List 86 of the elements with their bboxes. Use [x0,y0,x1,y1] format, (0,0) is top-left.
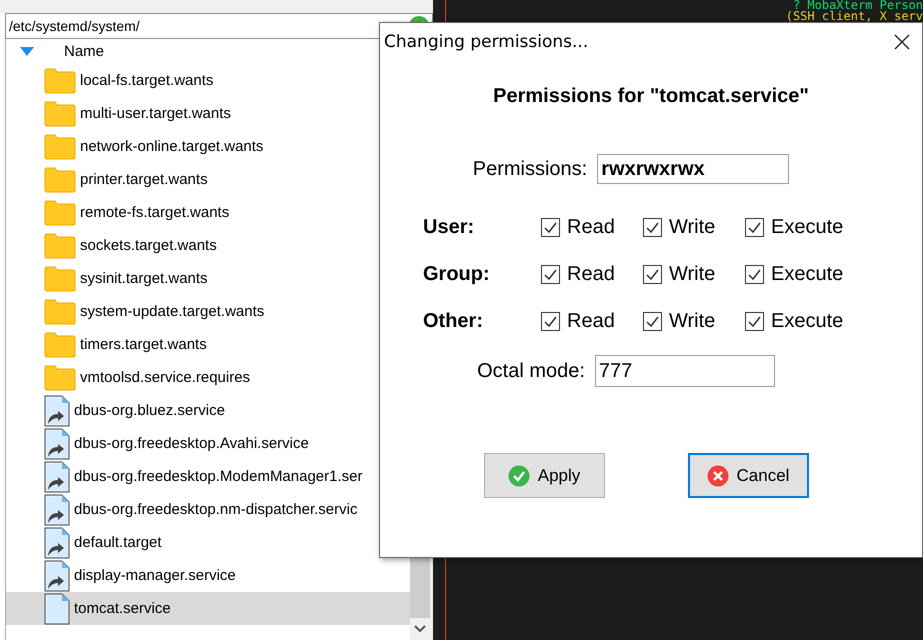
file-name: timers.target.wants [80,336,207,353]
folder-icon [44,134,76,160]
checkbox-label[interactable]: Read [567,263,615,286]
file-name: dbus-org.freedesktop.nm-dispatcher.servic [74,501,358,518]
file-name: default.target [74,534,162,551]
file-row[interactable]: local-fs.target.wants [6,64,410,97]
file-row[interactable]: default.target [6,526,410,559]
file-name: system-update.target.wants [80,303,264,320]
shortcut-file-icon [44,560,70,592]
checkbox-label[interactable]: Execute [771,216,844,239]
terminal-line: ? MobaXterm Person [792,0,923,11]
octal-mode-field[interactable]: 777 [594,355,775,387]
file-name: sockets.target.wants [80,237,217,254]
file-row[interactable]: sysinit.target.wants [6,262,410,295]
folder-icon [44,232,76,258]
checkbox[interactable] [541,218,560,237]
file-name: dbus-org.bluez.service [74,402,225,419]
field-label: Permissions: [472,158,588,180]
file-name: vmtoolsd.service.requires [80,369,250,386]
apply-button[interactable]: Apply [484,453,604,498]
file-row[interactable]: dbus-org.freedesktop.nm-dispatcher.servic [6,493,410,526]
permissions-field[interactable]: rwxrwxrwx [597,154,790,184]
close-icon[interactable] [894,34,910,50]
file-row[interactable]: system-update.target.wants [6,295,410,328]
checkbox[interactable] [643,312,662,331]
checkbox-label[interactable]: Write [669,263,716,286]
file-name: display-manager.service [74,567,236,584]
dialog-heading: Permissions for "tomcat.service" [493,85,809,108]
checkbox[interactable] [541,265,560,284]
cancel-icon [706,464,729,486]
file-name: tomcat.service [74,600,171,617]
checkbox-label[interactable]: Read [567,216,615,239]
file-name: network-online.target.wants [80,138,264,155]
shortcut-file-icon [44,526,70,558]
shortcut-file-icon [44,494,70,526]
row-label: Group: [423,263,491,286]
file-icon [44,592,70,624]
check-icon [508,464,530,486]
checkbox[interactable] [745,265,764,284]
file-name: printer.target.wants [80,171,208,188]
file-name: sysinit.target.wants [80,270,208,287]
checkbox[interactable] [745,218,764,237]
checkbox-label[interactable]: Execute [771,310,844,333]
checkbox[interactable] [643,218,662,237]
file-row[interactable]: dbus-org.freedesktop.ModemManager1.ser [6,460,410,493]
shortcut-file-icon [44,428,70,460]
shortcut-file-icon [44,394,70,426]
file-row[interactable]: printer.target.wants [6,163,410,196]
file-row[interactable]: dbus-org.bluez.service [6,394,410,427]
checkbox[interactable] [745,312,764,331]
file-row[interactable]: sockets.target.wants [6,229,410,262]
file-row[interactable]: tomcat.service [6,592,410,625]
file-row[interactable]: timers.target.wants [6,328,410,361]
checkbox-label[interactable]: Read [567,310,615,333]
file-name: dbus-org.freedesktop.Avahi.service [74,435,309,452]
checkbox[interactable] [643,265,662,284]
folder-icon [44,200,76,226]
folder-icon [44,364,76,390]
column-header[interactable]: Name [64,43,104,60]
file-name: dbus-org.freedesktop.ModemManager1.ser [74,468,362,485]
shortcut-file-icon [44,460,70,492]
file-row[interactable]: display-manager.service [6,559,410,592]
row-label: User: [423,216,476,239]
file-row[interactable]: vmtoolsd.service.requires [6,361,410,394]
terminal-line: (SSH client, X serv [784,11,923,22]
folder-icon [44,266,76,292]
field-label: Octal mode: [477,360,585,382]
folder-icon [44,332,76,358]
folder-icon [44,100,76,126]
file-name: remote-fs.target.wants [80,204,230,221]
checkbox-label[interactable]: Execute [771,263,844,286]
cancel-button[interactable]: Cancel [688,453,808,498]
file-row[interactable]: dbus-org.freedesktop.Avahi.service [6,427,410,460]
file-row[interactable]: network-online.target.wants [6,130,410,163]
folder-icon [44,166,76,192]
checkbox-label[interactable]: Write [669,310,716,333]
row-label: Other: [423,310,484,333]
checkbox[interactable] [541,312,560,331]
file-name: multi-user.target.wants [80,105,231,122]
file-row[interactable]: multi-user.target.wants [6,97,410,130]
folder-icon [44,298,76,324]
file-row[interactable]: remote-fs.target.wants [6,196,410,229]
checkbox-label[interactable]: Write [669,216,716,239]
sort-triangle-icon[interactable] [20,47,34,56]
file-name: local-fs.target.wants [80,72,214,89]
folder-icon [44,68,76,94]
